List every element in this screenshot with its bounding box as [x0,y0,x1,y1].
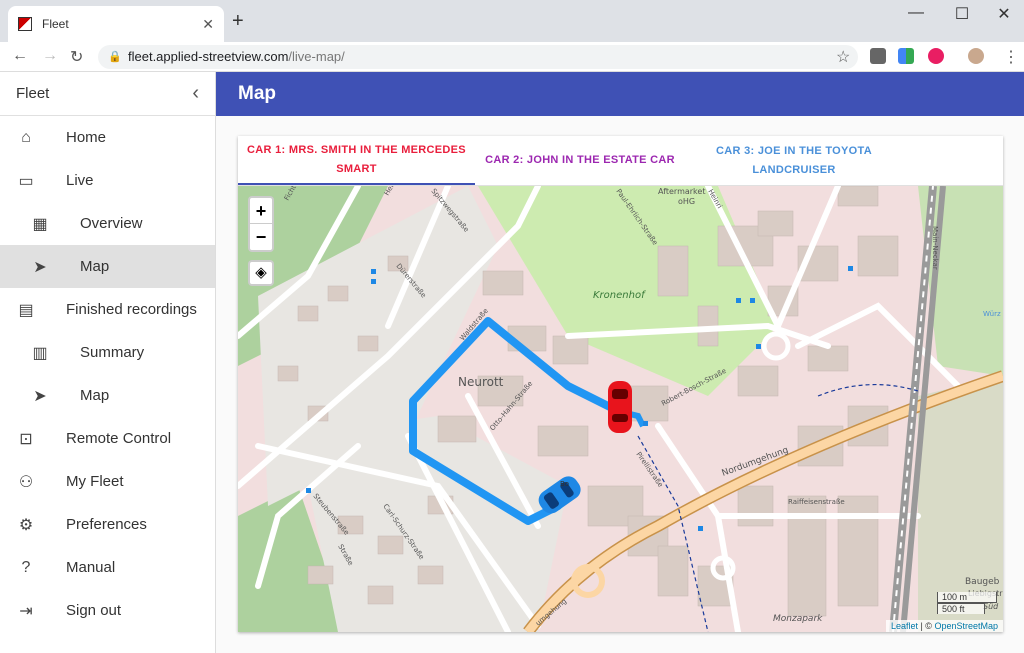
sidebar-item-label: Live [66,172,94,189]
sidebar-item-remote-control[interactable]: ⊡ Remote Control [0,417,215,460]
translate-extension-icon[interactable] [898,48,914,64]
sidebar-item-home[interactable]: ⌂ Home [0,116,215,159]
tab-car-2[interactable]: CAR 2: JOHN IN THE ESTATE CAR [475,136,685,185]
sidebar-item-label: Finished recordings [66,301,197,318]
bar-chart-icon: ▥ [32,344,48,362]
label-wurz: Würz [983,310,1001,318]
sidebar-item-my-fleet[interactable]: ⚇ My Fleet [0,460,215,503]
extension-icon[interactable] [928,48,944,64]
url-host: fleet.applied-streetview.com [128,49,289,64]
page-title: Map [216,72,1024,116]
close-window-icon[interactable]: ✕ [984,4,1024,24]
label-aftermarket: Aftermarket [658,187,705,196]
back-icon[interactable]: ← [12,47,28,65]
scale-metric: 100 m [937,592,997,603]
label-bosch-short: Bo [560,480,569,488]
label-kronenhof: Kronenhof [593,290,646,301]
map-tiles: Neurott Kronenhof Nordumgehung Robert-Bo… [238,186,1003,632]
sidebar-item-summary[interactable]: ▥ Summary [0,331,215,374]
zoom-in-button[interactable]: + [250,198,272,224]
map-card: CAR 1: MRS. SMITH IN THE MERCEDES SMART … [238,136,1003,632]
label-monzapark: Monzapark [773,614,823,624]
sidebar-item-label: Home [66,129,107,146]
new-tab-button[interactable]: + [232,10,244,33]
sidebar-item-label: Preferences [66,516,147,533]
dashboard-icon: ▦ [32,215,48,233]
label-baugeb: Baugeb [965,577,1000,587]
car-tabs: CAR 1: MRS. SMITH IN THE MERCEDES SMART … [238,136,1003,186]
address-bar: ← → ↻ 🔒 fleet.applied-streetview.com/live… [0,42,1024,72]
sidebar-item-recordings-map[interactable]: ➤ Map [0,374,215,417]
url-path: /live-map/ [288,49,345,64]
tab-title: Fleet [42,17,69,31]
remote-icon: ⊡ [19,430,33,448]
map-view[interactable]: Neurott Kronenhof Nordumgehung Robert-Bo… [238,186,1003,632]
scale-imperial: 500 ft [937,603,985,614]
car-red-marker [608,381,632,433]
sidebar-item-label: Manual [66,559,116,576]
sidebar-item-label: Summary [80,344,145,361]
browser-tabstrip: Fleet ✕ + — ☐ ✕ [0,0,1024,42]
label-aftermarket2: oHG [678,197,695,206]
favicon-icon [18,17,32,31]
home-icon: ⌂ [21,128,31,146]
forward-icon[interactable]: → [42,47,58,65]
layers-icon[interactable]: ◈ [248,260,274,286]
osm-link[interactable]: OpenStreetMap [934,621,998,631]
sidebar-item-sign-out[interactable]: ⇥ Sign out [0,589,215,632]
menu-icon[interactable]: ⋮ [1003,47,1019,67]
close-tab-icon[interactable]: ✕ [202,16,214,33]
people-icon: ⚇ [18,473,34,491]
maximize-icon[interactable]: ☐ [942,4,982,24]
leaflet-link[interactable]: Leaflet [891,621,918,631]
sidebar-item-label: Remote Control [66,430,172,447]
zoom-control: + − [248,196,274,252]
collapse-icon[interactable]: ‹ [192,82,199,105]
sidebar-title: Fleet [16,85,50,102]
main-content: CAR 1: MRS. SMITH IN THE MERCEDES SMART … [216,116,1024,653]
sidebar-item-label: Sign out [66,602,122,619]
minimize-icon[interactable]: — [896,4,936,22]
map-scale: 100 m 500 ft [937,592,997,614]
sidebar-item-label: Overview [80,215,143,232]
gear-icon: ⚙ [18,516,34,534]
sidebar-item-overview[interactable]: ▦ Overview [0,202,215,245]
sidebar-item-live-map[interactable]: ➤ Map [0,245,215,288]
sidebar-item-finished-recordings[interactable]: ▤ Finished recordings [0,288,215,331]
zoom-out-button[interactable]: − [250,224,272,250]
sidebar-item-preferences[interactable]: ⚙ Preferences [0,503,215,546]
map-attribution: Leaflet | © OpenStreetMap [885,620,1003,632]
sidebar: Fleet ‹ ⌂ Home ▭ Live ▦ Overview ➤ Map ▤ Fini… [0,72,216,653]
help-icon: ? [21,558,31,576]
attribution-separator: | © [917,621,935,631]
clipboard-icon: ▤ [18,301,34,319]
bookmark-star-icon[interactable]: ☆ [836,47,850,67]
navigation-icon: ➤ [33,258,47,276]
url-field[interactable]: 🔒 fleet.applied-streetview.com/live-map/ [98,45,858,69]
label-main-neckar: Main-Neckar [931,226,939,270]
sidebar-item-label: Map [80,258,110,275]
label-raiffeisenstrasse: Raiffeisenstraße [788,498,845,506]
sidebar-item-manual[interactable]: ? Manual [0,546,215,589]
lock-icon: 🔒 [108,51,122,63]
tab-car-1[interactable]: CAR 1: MRS. SMITH IN THE MERCEDES SMART [238,136,475,185]
label-neurott: Neurott [458,375,504,389]
tv-icon: ▭ [18,172,34,190]
browser-tab[interactable]: Fleet ✕ [8,6,224,42]
reload-icon[interactable]: ↻ [70,47,83,67]
tab-car-3[interactable]: CAR 3: JOE IN THE TOYOTA LANDCRUISER [685,136,903,185]
sidebar-item-live[interactable]: ▭ Live [0,159,215,202]
mail-extension-icon[interactable] [870,48,886,64]
sidebar-header: Fleet ‹ [0,72,215,116]
profile-avatar[interactable] [968,48,984,64]
sidebar-item-label: My Fleet [66,473,124,490]
sidebar-item-label: Map [80,387,110,404]
exit-icon: ⇥ [19,602,33,620]
navigation-icon: ➤ [33,387,47,405]
